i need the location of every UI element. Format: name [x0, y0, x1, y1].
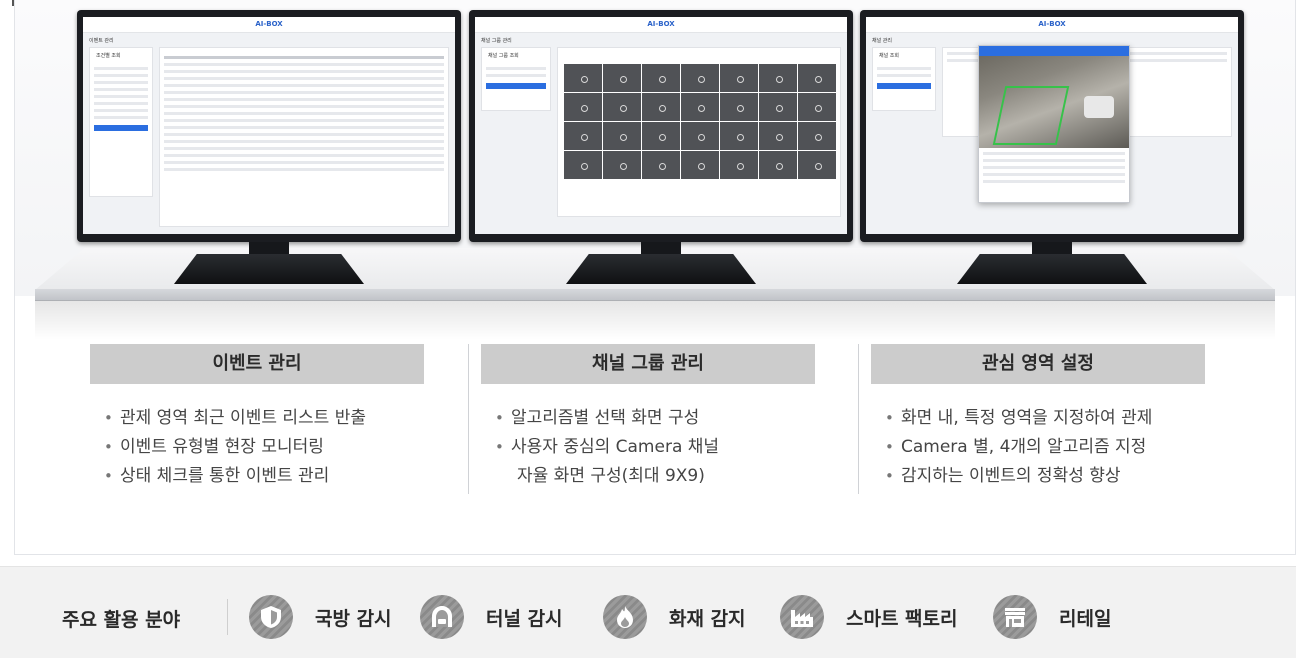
shield-icon [249, 595, 293, 639]
shelf-shadow [35, 300, 1275, 340]
monitor-base [957, 254, 1147, 284]
screen-header: AI-BOX [866, 17, 1238, 33]
group-panel-title: 채널 그룹 조회 [488, 53, 519, 59]
screen-logo: AI-BOX [255, 20, 283, 28]
field-tunnel: 터널 감시 [420, 595, 563, 639]
monitor-screen: AI-BOX 채널 관리 채널 조회 [866, 17, 1238, 234]
confirm-button[interactable] [486, 83, 546, 89]
feature-item: 화면 내, 특정 영역을 지정하여 관제 [883, 404, 1205, 433]
feature-list: 알고리즘별 선택 화면 구성 사용자 중심의 Camera 채널 자율 화면 구… [481, 404, 815, 491]
feature-list: 화면 내, 특정 영역을 지정하여 관제 Camera 별, 4개의 알고리즘 … [871, 404, 1205, 491]
field-retail: 리테일 [993, 595, 1111, 639]
monitor-base [566, 254, 756, 284]
screen-logo: AI-BOX [647, 20, 675, 28]
field-fire: 화재 감지 [603, 595, 746, 639]
filter-panel: 조건별 조회 [89, 47, 153, 197]
feature-item: 알고리즘별 선택 화면 구성 [493, 404, 815, 433]
screen-title: 채널 그룹 관리 [481, 38, 512, 44]
feature-item: 관제 영역 최근 이벤트 리스트 반출 [102, 404, 424, 433]
screen-header: AI-BOX [475, 17, 847, 33]
application-fields-bar: 주요 활용 분야 국방 감시 터널 감시 화재 감지 스마트 팩토리 리테일 [0, 566, 1296, 658]
screen-title: 이벤트 관리 [89, 38, 114, 44]
channel-grid-panel [557, 47, 841, 217]
filter-panel-title: 조건별 조회 [96, 53, 121, 59]
section-title: 이벤트 관리 [90, 344, 424, 384]
monitor-screen: AI-BOX 이벤트 관리 조건별 조회 [83, 17, 455, 234]
feature-list: 관제 영역 최근 이벤트 리스트 반출 이벤트 유형별 현장 모니터링 상태 체… [90, 404, 424, 491]
monitor-screen: AI-BOX 채널 그룹 관리 채널 그룹 조회 [475, 17, 847, 234]
group-panel: 채널 그룹 조회 [481, 47, 551, 111]
feature-item: 상태 체크를 통한 이벤트 관리 [102, 462, 424, 491]
field-label: 화재 감지 [669, 607, 746, 630]
fields-label: 주요 활용 분야 [62, 609, 181, 631]
field-label: 스마트 팩토리 [846, 607, 958, 630]
field-smart-factory: 스마트 팩토리 [780, 595, 958, 639]
screen-logo: AI-BOX [1038, 20, 1066, 28]
feature-item: 감지하는 이벤트의 정확성 향상 [883, 462, 1205, 491]
channel-panel-title: 채널 조회 [879, 53, 899, 59]
field-label: 국방 감시 [315, 607, 392, 630]
monitor-neck [1032, 242, 1072, 254]
monitor-base [174, 254, 364, 284]
feature-item: Camera 별, 4개의 알고리즘 지정 [883, 433, 1205, 462]
field-label: 터널 감시 [486, 607, 563, 630]
section-divider [468, 344, 469, 494]
feature-item-line: 자율 화면 구성(최대 9X9) [517, 466, 705, 486]
feature-item: 이벤트 유형별 현장 모니터링 [102, 433, 424, 462]
channel-panel: 채널 조회 [872, 47, 936, 111]
factory-icon [780, 595, 824, 639]
camera-preview [979, 56, 1129, 148]
field-defense: 국방 감시 [249, 595, 392, 639]
monitor-channel-group: AI-BOX 채널 그룹 관리 채널 그룹 조회 [469, 10, 853, 284]
fire-icon [603, 595, 647, 639]
section-divider [858, 344, 859, 494]
feature-item: 사용자 중심의 Camera 채널 자율 화면 구성(최대 9X9) [493, 433, 815, 491]
monitor-neck [249, 242, 289, 254]
store-icon [993, 595, 1037, 639]
fields-separator [227, 599, 228, 635]
section-title: 채널 그룹 관리 [481, 344, 815, 384]
search-button[interactable] [877, 83, 931, 89]
modal-header [979, 46, 1129, 56]
search-button[interactable] [94, 125, 148, 131]
monitor-neck [641, 242, 681, 254]
screen-header: AI-BOX [83, 17, 455, 33]
section-channel-group: 채널 그룹 관리 알고리즘별 선택 화면 구성 사용자 중심의 Camera 채… [481, 344, 815, 491]
section-title: 관심 영역 설정 [871, 344, 1205, 384]
monitor-roi-settings: AI-BOX 채널 관리 채널 조회 [860, 10, 1244, 284]
event-list-panel [159, 47, 449, 227]
field-label: 리테일 [1059, 607, 1112, 630]
section-event-management: 이벤트 관리 관제 영역 최근 이벤트 리스트 반출 이벤트 유형별 현장 모니… [90, 344, 424, 491]
feature-item-line: 사용자 중심의 Camera 채널 [511, 437, 720, 457]
tunnel-icon [420, 595, 464, 639]
roi-modal [978, 45, 1130, 203]
camera-grid [564, 64, 836, 179]
monitor-event-management: AI-BOX 이벤트 관리 조건별 조회 [77, 10, 461, 284]
section-roi-settings: 관심 영역 설정 화면 내, 특정 영역을 지정하여 관제 Camera 별, … [871, 344, 1205, 491]
